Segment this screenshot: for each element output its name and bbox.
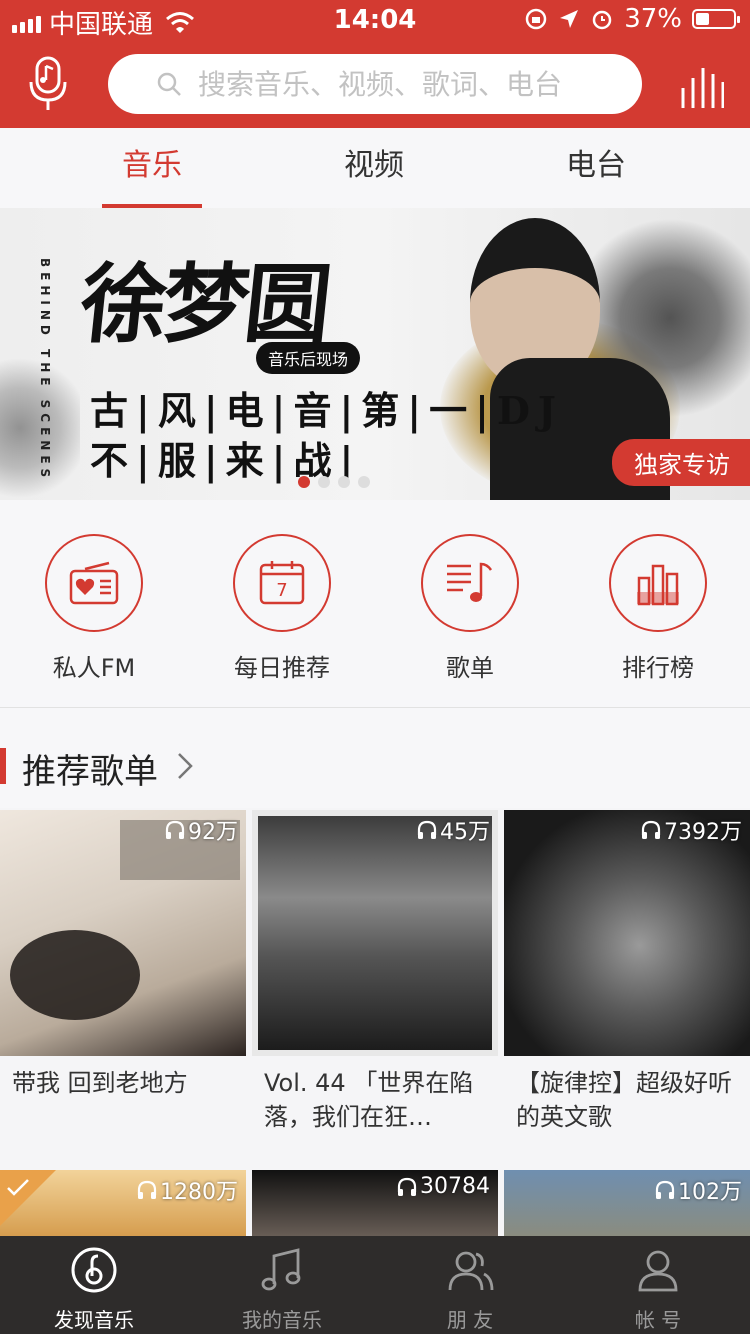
headphones-icon: [417, 820, 437, 839]
banner-headline-1: 古|风|电|音|第|一|DJ: [90, 388, 564, 433]
entry-label: 每日推荐: [234, 654, 330, 682]
status-bar: 中国联通 14:04 37%: [0, 0, 750, 40]
banner-subtitle: 音乐后现场: [256, 342, 361, 374]
tab-friends[interactable]: 朋 友: [376, 1236, 564, 1334]
carousel-dot: [358, 476, 370, 488]
account-icon: [638, 1250, 678, 1292]
tab-video[interactable]: 视频: [294, 128, 454, 208]
banner-artist-name: 徐梦圆: [75, 254, 333, 355]
carousel-dot: [318, 476, 330, 488]
headphones-icon: [137, 1180, 157, 1199]
top-header: [0, 40, 750, 128]
play-count: 45万: [416, 814, 490, 846]
radio-heart-icon: [69, 561, 119, 605]
play-count: 1280万: [136, 1174, 238, 1206]
entry-label: 排行榜: [622, 654, 694, 682]
headphones-icon: [641, 820, 661, 839]
play-count: 30784: [396, 1174, 490, 1199]
orientation-lock-icon: [525, 8, 547, 30]
discover-music-icon: [71, 1247, 117, 1293]
banner-carousel[interactable]: BEHIND THE SCENES 徐梦圆 音乐后现场 古|风|电|音|第|一|…: [0, 208, 750, 500]
banner-side-text: BEHIND THE SCENES: [38, 258, 52, 483]
tab-music[interactable]: 音乐: [72, 128, 232, 208]
carousel-dot: [298, 476, 310, 488]
carousel-dot: [338, 476, 350, 488]
entry-daily-recommend[interactable]: 7 每日推荐: [212, 534, 352, 683]
bottom-tab-bar: 发现音乐 我的音乐 朋 友 帐 号: [0, 1236, 750, 1334]
playlist-cover: [0, 810, 246, 1056]
headphones-icon: [655, 1180, 675, 1199]
music-note-icon: [261, 1248, 301, 1291]
search-bar[interactable]: [108, 54, 642, 114]
video-playlist-icon: [7, 1179, 29, 1196]
svg-text:7: 7: [276, 580, 287, 601]
tab-label: 我的音乐: [242, 1308, 322, 1332]
headphones-icon: [397, 1177, 417, 1196]
playlist-title: Vol. 44 「世界在陷落，我们在狂…: [264, 1069, 474, 1131]
entry-personal-fm[interactable]: 私人FM: [24, 534, 164, 683]
playlist-cover: [252, 810, 498, 1056]
entry-label: 私人FM: [52, 654, 136, 682]
play-count: 7392万: [640, 814, 742, 846]
play-count: 102万: [654, 1174, 742, 1206]
location-icon: [560, 10, 579, 28]
tab-discover-music[interactable]: 发现音乐: [0, 1236, 188, 1334]
search-icon: [157, 72, 181, 96]
play-count: 92万: [164, 814, 238, 846]
tab-label: 帐 号: [634, 1308, 682, 1332]
tab-label: 朋 友: [446, 1308, 494, 1332]
playlist-title: 带我 回到老地方: [12, 1069, 188, 1097]
section-title: 推荐歌单: [22, 752, 158, 792]
playlist-title: 【旋律控】超级好听的英文歌: [516, 1069, 732, 1131]
calendar-icon: 7: [259, 561, 305, 605]
chart-bars-icon: [637, 564, 679, 606]
tab-label: 发现音乐: [54, 1308, 134, 1332]
playlist-cover: [504, 810, 750, 1056]
tab-account[interactable]: 帐 号: [564, 1236, 750, 1334]
section-accent: [0, 748, 6, 784]
search-input[interactable]: [196, 66, 620, 102]
tab-my-music[interactable]: 我的音乐: [188, 1236, 376, 1334]
entry-playlist[interactable]: 歌单: [400, 534, 540, 683]
entry-charts[interactable]: 排行榜: [588, 534, 728, 683]
chevron-right-icon: [178, 753, 193, 779]
microphone-icon[interactable]: [28, 56, 68, 112]
battery-icon: [692, 9, 740, 29]
playlist-icon: [447, 562, 493, 602]
now-playing-icon[interactable]: [680, 62, 724, 108]
carousel-indicator: [298, 476, 370, 488]
quick-entries: 私人FM 7 每日推荐 歌单 排行榜: [0, 500, 750, 708]
headphones-icon: [165, 820, 185, 839]
entry-label: 歌单: [446, 654, 494, 682]
alarm-icon: [592, 10, 612, 30]
tab-radio[interactable]: 电台: [516, 128, 676, 208]
friends-icon: [448, 1251, 494, 1291]
battery-percent: 37%: [624, 4, 682, 34]
banner-tag: 独家专访: [612, 439, 750, 486]
recommended-playlists-header[interactable]: 推荐歌单: [0, 708, 750, 808]
content-tabs: 音乐 视频 电台: [0, 128, 750, 209]
